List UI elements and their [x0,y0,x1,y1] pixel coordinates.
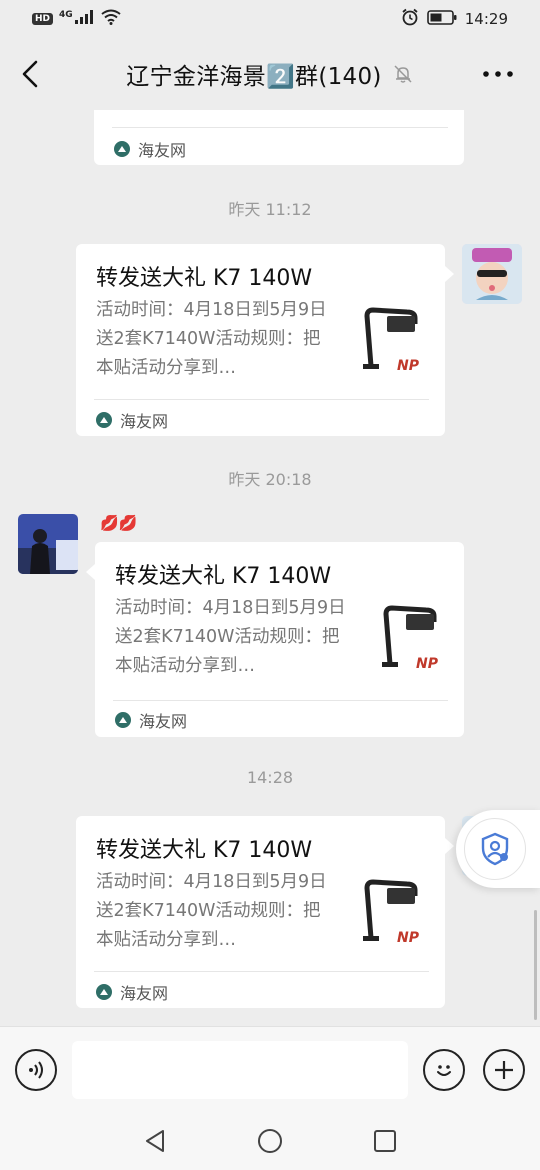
avatar-member[interactable] [18,514,78,574]
nav-recents-icon [374,1130,396,1152]
timestamp: 昨天 11:12 [228,200,312,219]
svg-text:NP: NP [397,358,420,374]
card-description: 活动时间：4月18日到5月9日送2套K7140W活动规则：把本贴活动分享到… [115,598,346,676]
hd-badge: HD [32,13,54,25]
chat-list[interactable]: 海友网 昨天 11:12 转发送大礼 K7 140W 活动时间：4月18日到5月… [0,110,540,1026]
card-divider [113,700,448,701]
float-inner [464,818,526,880]
chat-title: 辽宁金洋海景2️⃣群(140) [126,64,382,90]
bubble-tail [445,266,454,282]
card-divider [94,971,429,972]
title-bar: 辽宁金洋海景2️⃣群(140) [0,38,540,110]
plus-icon [495,1061,513,1079]
nav-recents-button[interactable] [370,1126,400,1156]
network-type: 4G [59,10,73,20]
card-source: 海友网 [96,408,168,432]
source-label: 海友网 [138,141,187,160]
source-label: 海友网 [139,712,188,731]
battery-icon [426,9,457,29]
more-button[interactable] [480,60,516,88]
message-card-partial[interactable]: 海友网 [94,110,464,165]
card-title: 转发送大礼 K7 140W [96,266,313,291]
chat-scrollbar[interactable] [534,910,537,1020]
signal-icon [74,10,95,28]
system-nav-bar [0,1110,540,1170]
message-card[interactable]: 转发送大礼 K7 140W 活动时间：4月18日到5月9日送2套K7140W活动… [76,244,445,436]
card-divider [112,127,448,128]
card-source: 海友网 [114,137,186,161]
alarm-icon [401,8,419,30]
clock-time: 14:29 [464,10,508,28]
card-source: 海友网 [115,708,187,732]
bubble-tail [86,564,95,580]
status-left: HD 4G [32,9,121,29]
more-actions-button[interactable] [483,1049,525,1091]
source-label: 海友网 [120,984,169,1003]
product-lamp-thumbnail: NP [359,306,425,374]
nav-back-icon [146,1130,164,1152]
sender-nickname: 💋💋 [100,514,138,532]
input-bar [0,1026,540,1110]
status-right: 14:29 [401,8,508,30]
source-label: 海友网 [120,412,169,431]
emoji-button[interactable] [423,1049,465,1091]
floating-privacy-button[interactable] [456,810,540,888]
product-lamp-thumbnail: NP [359,878,425,946]
card-divider [94,399,429,400]
product-lamp-thumbnail: NP [378,604,444,672]
nav-home-icon [258,1129,282,1153]
timestamp: 昨天 20:18 [228,470,312,489]
svg-text:NP: NP [397,930,420,946]
emoji-icon [437,1065,451,1076]
card-title: 转发送大礼 K7 140W [96,838,313,863]
site-logo-icon [96,984,112,1000]
nav-home-button[interactable] [255,1126,285,1156]
nav-back-button[interactable] [140,1126,170,1156]
title-wrap: 辽宁金洋海景2️⃣群(140) [0,38,540,110]
voice-button[interactable] [15,1049,57,1091]
more-horizontal-icon [483,71,513,77]
site-logo-icon [115,712,131,728]
site-logo-icon [96,412,112,428]
message-card[interactable]: 转发送大礼 K7 140W 活动时间：4月18日到5月9日送2套K7140W活动… [76,816,445,1008]
bubble-tail [445,838,454,854]
shield-user-icon [481,832,509,866]
timestamp: 14:28 [246,768,294,787]
site-logo-icon [114,141,130,157]
card-description: 活动时间：4月18日到5月9日送2套K7140W活动规则：把本贴活动分享到… [96,872,327,950]
card-source: 海友网 [96,980,168,1004]
card-title: 转发送大礼 K7 140W [115,564,332,589]
avatar-self[interactable] [462,244,522,304]
status-bar: HD 4G 14:29 [0,0,540,38]
bell-off-icon [392,63,414,85]
wifi-icon [101,9,121,29]
message-input[interactable] [72,1041,408,1099]
svg-text:NP: NP [416,656,439,672]
card-description: 活动时间：4月18日到5月9日送2套K7140W活动规则：把本贴活动分享到… [96,300,327,378]
voice-icon [29,1061,43,1079]
message-card[interactable]: 转发送大礼 K7 140W 活动时间：4月18日到5月9日送2套K7140W活动… [95,542,464,737]
